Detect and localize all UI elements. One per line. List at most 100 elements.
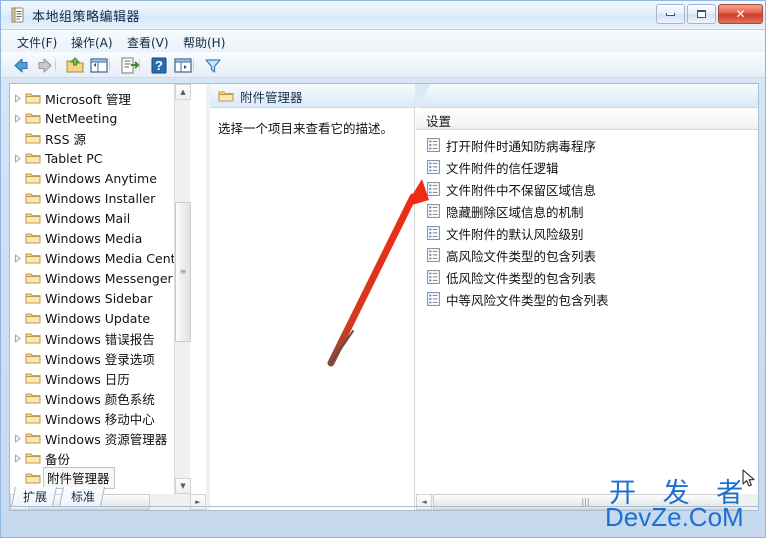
setting-list-item[interactable]: 高风险文件类型的包含列表 (422, 244, 596, 266)
setting-list-item[interactable]: 打开附件时通知防病毒程序 (422, 134, 596, 156)
folder-icon (24, 208, 42, 228)
back-icon[interactable] (11, 56, 31, 75)
tree-item-selected[interactable]: 附件管理器 (10, 467, 115, 489)
tree-item[interactable]: Windows Update (10, 308, 150, 328)
setting-list-item[interactable]: 文件附件中不保留区域信息 (422, 178, 596, 200)
view-tabs: 扩展 标准 (9, 487, 759, 507)
setting-label: 中等风险文件类型的包含列表 (446, 292, 609, 308)
forward-icon[interactable] (35, 56, 55, 75)
setting-list-item[interactable]: 低风险文件类型的包含列表 (422, 266, 596, 288)
tree-item-label: Windows Mail (45, 210, 131, 226)
scroll-up-button[interactable]: ▲ (175, 84, 191, 100)
chevron-up-icon: ▲ (180, 87, 186, 96)
policy-editor-icon (10, 7, 26, 23)
tree-vertical-scrollbar[interactable]: ▲ ≡ ▼ (174, 84, 191, 494)
setting-label: 文件附件的默认风险级别 (446, 226, 584, 242)
tree-item[interactable]: NetMeeting (10, 108, 117, 128)
tree-item-label: Windows 移动中心 (45, 411, 155, 427)
tree-item[interactable]: Windows 颜色系统 (10, 388, 155, 408)
minimize-button[interactable] (656, 4, 685, 24)
setting-label: 高风险文件类型的包含列表 (446, 248, 597, 264)
tree-item-label: Windows Update (45, 310, 151, 326)
setting-label: 打开附件时通知防病毒程序 (446, 138, 597, 154)
console-tree-pane: Microsoft 管理 NetMeeting RSS 源 Tablet PC Wind… (10, 84, 206, 510)
tree-item-label: Microsoft 管理 (45, 91, 131, 107)
policy-setting-icon (422, 160, 444, 174)
policy-setting-icon (422, 204, 444, 218)
tree-item[interactable]: Windows Sidebar (10, 288, 153, 308)
folder-icon (24, 348, 42, 368)
expand-triangle-icon[interactable] (10, 248, 24, 268)
tree-item[interactable]: Windows 登录选项 (10, 348, 155, 368)
menu-item-action[interactable]: 操作(A) (67, 33, 117, 52)
setting-list-item[interactable]: 文件附件的默认风险级别 (422, 222, 584, 244)
tree-item[interactable]: Windows 日历 (10, 368, 130, 388)
title-bar: 本地组策略编辑器 ✕ (1, 1, 765, 30)
tree-item-label: Windows Anytime (45, 170, 157, 186)
setting-list-item[interactable]: 中等风险文件类型的包含列表 (422, 288, 609, 310)
show-hide-tree-icon[interactable] (89, 56, 109, 75)
expand-triangle-icon[interactable] (10, 428, 24, 448)
tree-item-label: Windows Media (45, 230, 143, 246)
menu-item-file[interactable]: 文件(F) (13, 33, 61, 52)
tree-item[interactable]: RSS 源 (10, 128, 86, 148)
tree-item[interactable]: Windows Anytime (10, 168, 157, 188)
folder-icon (24, 428, 42, 448)
menu-bar: 文件(F) 操作(A) 查看(V) 帮助(H) (1, 30, 765, 52)
tab-extended[interactable]: 扩展 (10, 487, 58, 506)
new-window-icon[interactable] (173, 56, 193, 75)
tree-item[interactable]: Windows Messenger (10, 268, 173, 288)
expand-triangle-icon[interactable] (10, 148, 24, 168)
header-shape (415, 84, 435, 108)
expand-triangle-icon[interactable] (10, 328, 24, 348)
scroll-thumb[interactable]: ≡ (175, 202, 191, 342)
tree-item[interactable]: 备份 (10, 448, 70, 468)
filter-icon[interactable] (203, 56, 223, 75)
tree-item[interactable]: Windows Installer (10, 188, 155, 208)
up-folder-icon[interactable] (65, 56, 85, 75)
tree-item[interactable]: Windows 错误报告 (10, 328, 155, 348)
expand-triangle-icon[interactable] (10, 108, 24, 128)
settings-column-header[interactable]: 设置 (416, 108, 758, 130)
tree-item[interactable]: Windows Media (10, 228, 142, 248)
tree-item[interactable]: Windows Mail (10, 208, 130, 228)
tree-item-label: 附件管理器 (43, 467, 115, 489)
export-list-icon[interactable] (119, 56, 140, 75)
svg-text:?: ? (155, 58, 163, 73)
tree-item[interactable]: Windows Media Center (10, 248, 188, 268)
toolbar-separator (193, 56, 194, 74)
policy-setting-icon (422, 292, 444, 306)
tree-item-label: Windows Messenger (45, 270, 173, 286)
close-button[interactable]: ✕ (718, 4, 763, 24)
toolbar-separator (55, 56, 56, 74)
toolbar: ? (1, 52, 765, 78)
tab-standard[interactable]: 标准 (58, 487, 106, 506)
setting-list-item[interactable]: 文件附件的信任逻辑 (422, 156, 559, 178)
folder-icon (24, 168, 42, 188)
tree-item[interactable]: Tablet PC (10, 148, 102, 168)
tree-item[interactable]: Microsoft 管理 (10, 88, 131, 108)
help-icon[interactable]: ? (149, 56, 169, 75)
description-pane: 选择一个项目来查看它的描述。 (210, 108, 415, 510)
policy-setting-icon (422, 270, 444, 284)
setting-label: 文件附件的信任逻辑 (446, 160, 559, 176)
tree-item[interactable]: Windows 资源管理器 (10, 428, 167, 448)
menu-item-help[interactable]: 帮助(H) (179, 33, 229, 52)
folder-icon (24, 288, 42, 308)
menu-item-view[interactable]: 查看(V) (123, 33, 173, 52)
expand-triangle-icon[interactable] (10, 448, 24, 468)
tree-item[interactable]: Windows 移动中心 (10, 408, 155, 428)
setting-list-item[interactable]: 隐藏删除区域信息的机制 (422, 200, 584, 222)
policy-setting-icon (422, 248, 444, 262)
maximize-button[interactable] (687, 4, 716, 24)
expand-triangle-icon[interactable] (10, 88, 24, 108)
